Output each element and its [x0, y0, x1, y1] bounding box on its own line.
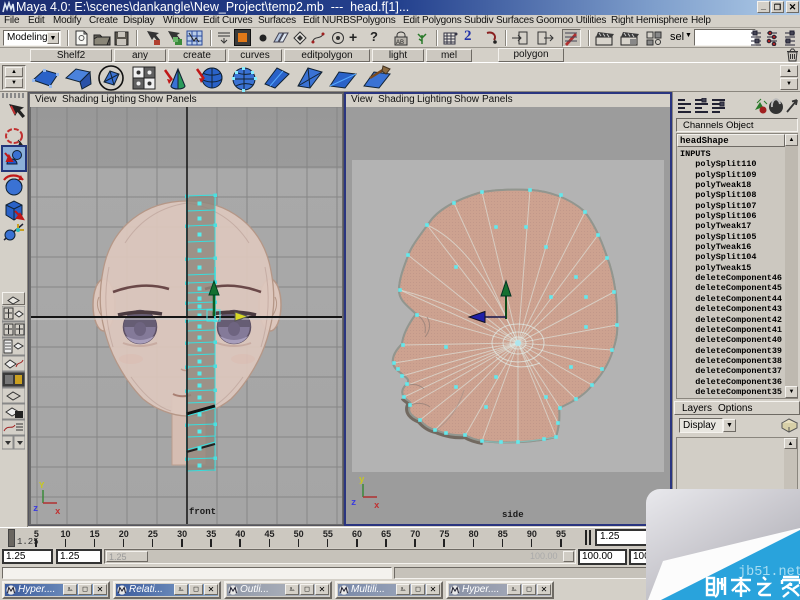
svg-text:z: z	[33, 504, 38, 514]
svg-text:y: y	[359, 475, 365, 485]
svg-text:side: side	[502, 510, 524, 520]
svg-text:AB: AB	[396, 40, 404, 46]
svg-text:Y: Y	[39, 481, 45, 491]
svg-text:x: x	[55, 507, 61, 517]
svg-text:z: z	[351, 498, 356, 508]
svg-text:front: front	[189, 507, 216, 517]
svg-text:x: x	[374, 501, 380, 511]
